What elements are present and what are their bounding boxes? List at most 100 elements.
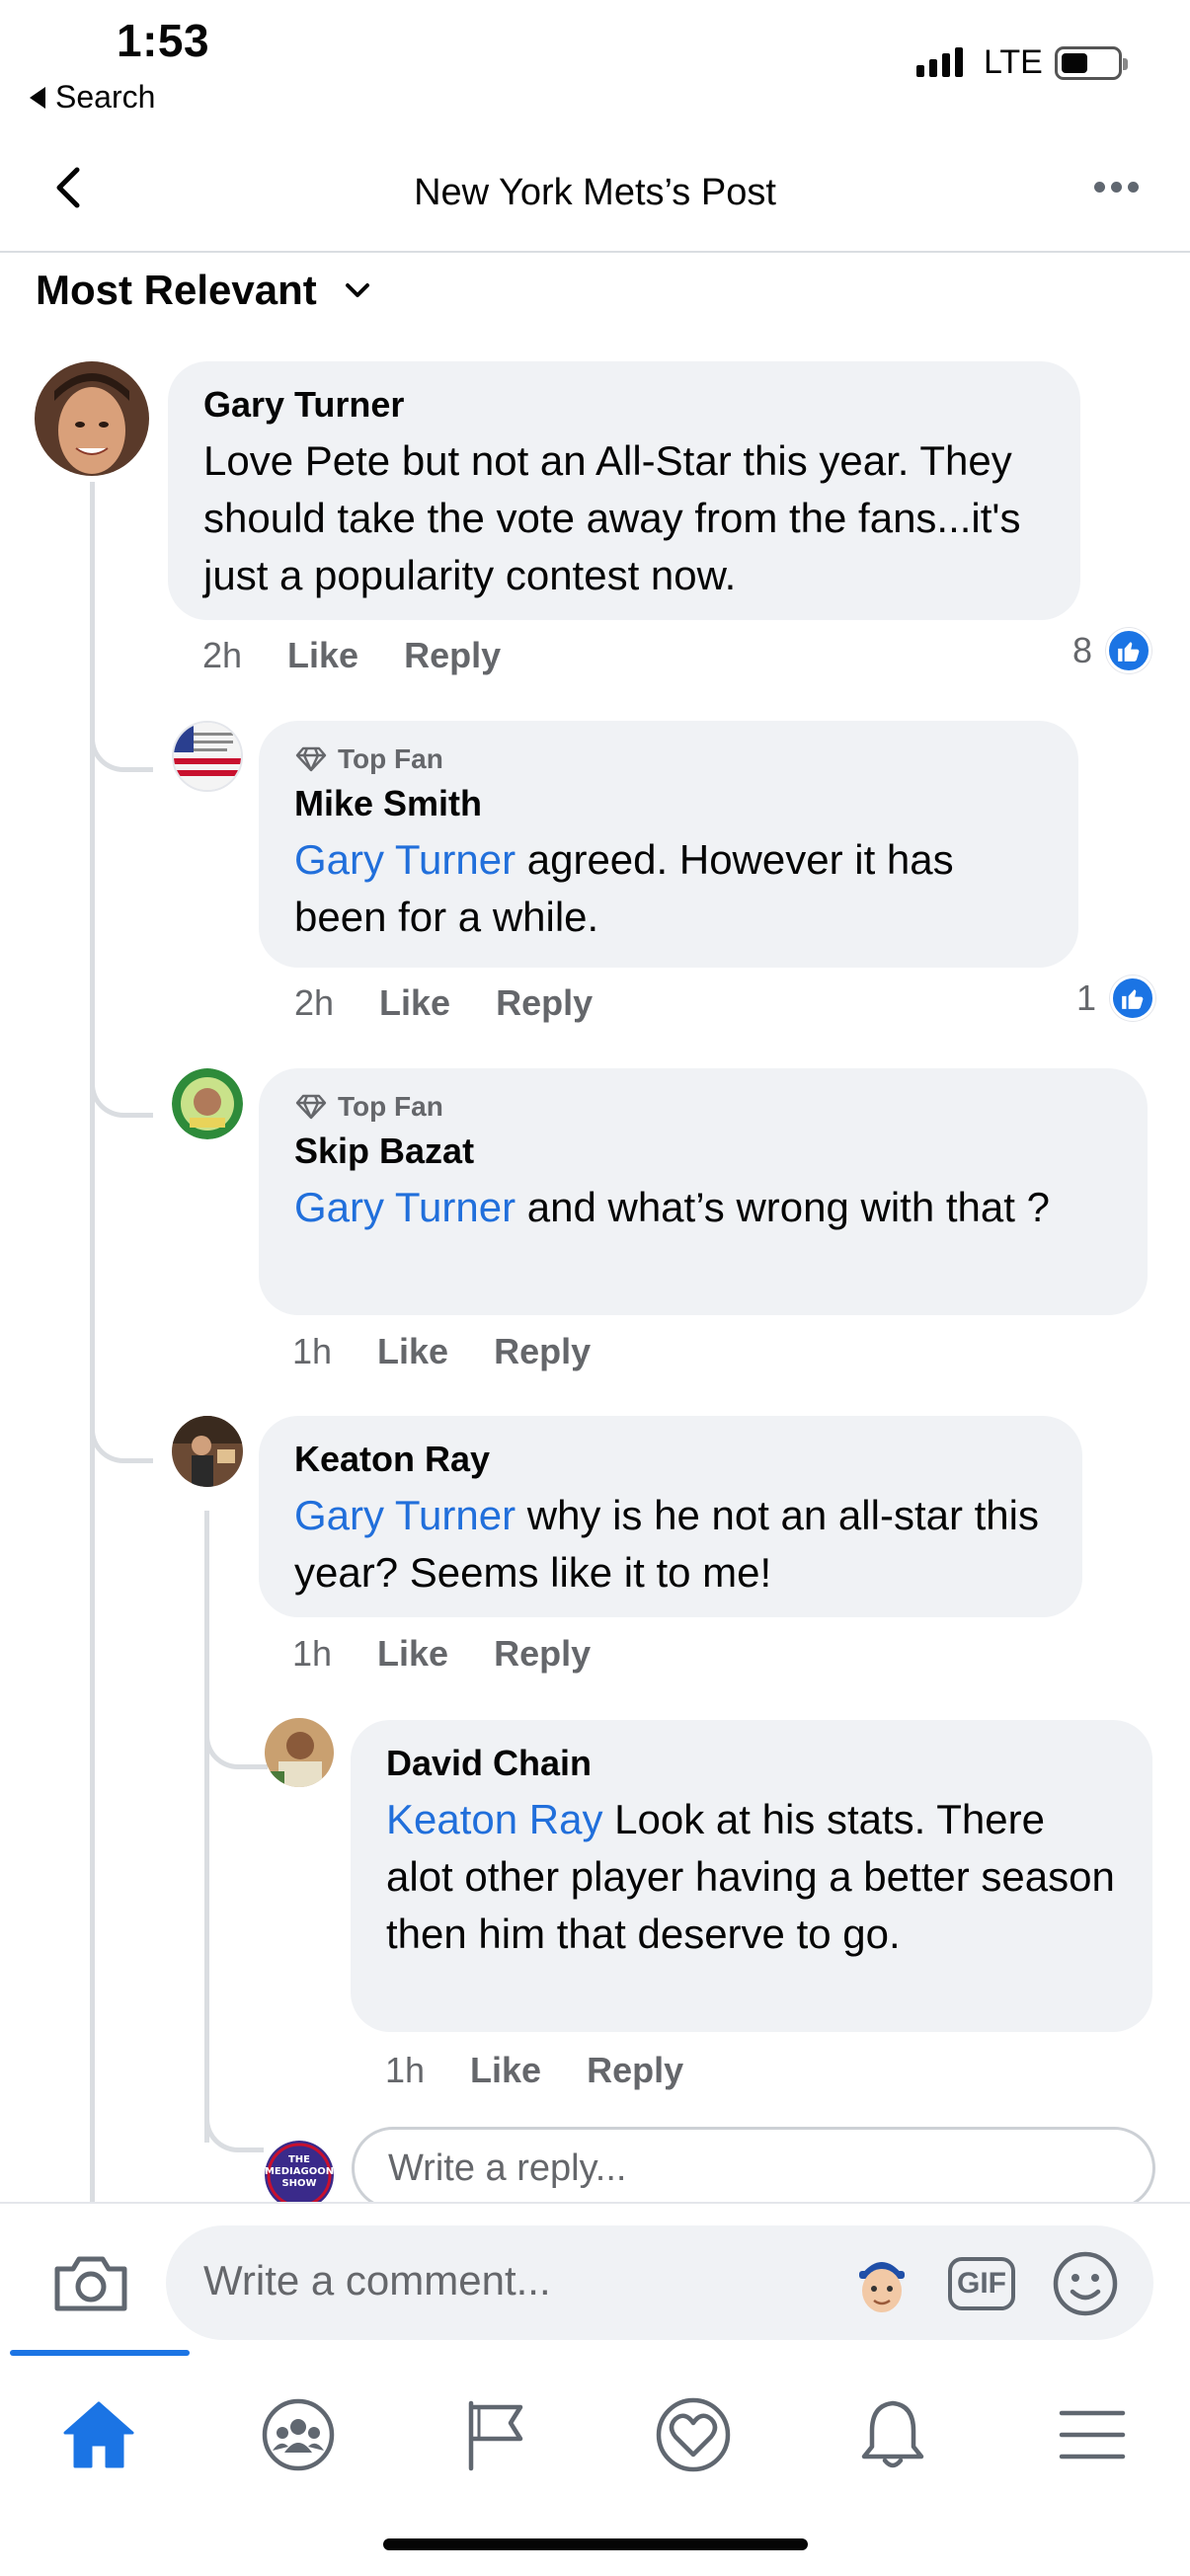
sort-dropdown[interactable]: Most Relevant xyxy=(36,267,372,314)
comment-text: Gary Turner agreed. However it has been … xyxy=(294,831,1043,946)
comment-body: and what’s wrong with that ? xyxy=(516,1184,1050,1230)
back-to-app-link[interactable]: Search xyxy=(30,79,155,116)
top-fan-badge: Top Fan xyxy=(294,742,1043,776)
groups-icon xyxy=(262,2398,335,2471)
emoji-button[interactable] xyxy=(1051,2249,1120,2323)
camera-icon xyxy=(54,2256,127,2311)
reply-button[interactable]: Reply xyxy=(496,982,593,1024)
like-button[interactable]: Like xyxy=(470,2050,541,2091)
reply-button[interactable]: Reply xyxy=(494,1331,591,1372)
gif-button[interactable]: GIF xyxy=(948,2257,1015,2310)
sort-label: Most Relevant xyxy=(36,267,317,313)
comment-text: Keaton Ray Look at his stats. There alot… xyxy=(386,1791,1117,1963)
tab-pages[interactable] xyxy=(446,2385,545,2484)
back-app-label: Search xyxy=(55,79,156,115)
comment-author[interactable]: Skip Bazat xyxy=(294,1130,1112,1173)
comment-bubble[interactable]: Keaton Ray Gary Turner why is he not an … xyxy=(259,1416,1082,1617)
reaction-count-label: 1 xyxy=(1076,977,1097,1018)
diamond-icon xyxy=(295,746,327,772)
back-triangle-icon xyxy=(30,86,45,109)
notifications-bell-icon xyxy=(861,2400,924,2468)
reaction-count[interactable]: 8 xyxy=(1072,628,1152,673)
tab-notifications[interactable] xyxy=(843,2385,942,2484)
comment-actions: 2h Like Reply xyxy=(202,635,501,676)
network-label: LTE xyxy=(984,43,1043,81)
reaction-count-label: 8 xyxy=(1072,630,1093,670)
signal-icon xyxy=(916,47,963,77)
thumbs-up-icon xyxy=(1110,976,1156,1021)
avatar-sticker-icon xyxy=(859,2262,905,2312)
reply-button[interactable]: Reply xyxy=(494,1633,591,1675)
tab-menu[interactable] xyxy=(1043,2385,1142,2484)
tab-dating[interactable] xyxy=(644,2385,743,2484)
comment-bubble[interactable]: Top Fan Skip Bazat Gary Turner and what’… xyxy=(259,1068,1148,1315)
top-fan-badge: Top Fan xyxy=(294,1090,1112,1124)
comment-time: 1h xyxy=(292,1331,333,1371)
thread-connector xyxy=(204,1708,268,1769)
thread-line xyxy=(204,1511,209,2143)
status-bar: 1:53 Search LTE xyxy=(0,0,1190,138)
status-time: 1:53 xyxy=(117,15,210,66)
thread-connector xyxy=(204,2103,264,2152)
smiley-icon xyxy=(1053,2251,1118,2316)
comment-time: 2h xyxy=(294,982,335,1023)
comment-author[interactable]: Mike Smith xyxy=(294,782,1043,825)
camera-button[interactable] xyxy=(51,2253,130,2319)
pages-flag-icon xyxy=(468,2400,523,2471)
comment-bubble[interactable]: Top Fan Mike Smith Gary Turner agreed. H… xyxy=(259,721,1078,968)
menu-icon xyxy=(1059,2410,1126,2459)
comment-text: Gary Turner why is he not an all-star th… xyxy=(294,1487,1047,1601)
mention-link[interactable]: Gary Turner xyxy=(294,836,516,883)
diamond-icon xyxy=(295,1094,327,1120)
mention-link[interactable]: Keaton Ray xyxy=(386,1796,602,1842)
thread-connector xyxy=(90,1056,153,1118)
badge-label: Top Fan xyxy=(338,743,443,774)
comment-actions: 2h Like Reply xyxy=(294,982,593,1024)
comment-author[interactable]: David Chain xyxy=(386,1742,1117,1785)
thumbs-up-icon xyxy=(1106,628,1152,673)
comment-actions: 1h Like Reply xyxy=(292,1331,591,1372)
more-options-button[interactable] xyxy=(1094,182,1139,193)
like-button[interactable]: Like xyxy=(379,982,450,1024)
comment-input[interactable]: Write a comment... GIF xyxy=(166,2225,1153,2340)
reply-input[interactable]: Write a reply... xyxy=(352,2127,1155,2210)
avatar-sticker-button[interactable] xyxy=(849,2249,914,2323)
like-button[interactable]: Like xyxy=(377,1633,448,1675)
comment-time: 2h xyxy=(202,635,243,675)
tab-home[interactable] xyxy=(49,2385,148,2484)
avatar[interactable] xyxy=(172,1068,243,1139)
thread-connector xyxy=(90,1402,153,1463)
dating-heart-icon xyxy=(656,2397,731,2472)
active-tab-indicator xyxy=(10,2350,190,2356)
comment-bubble[interactable]: Gary Turner Love Pete but not an All-Sta… xyxy=(168,361,1080,620)
home-icon xyxy=(63,2401,134,2468)
avatar[interactable] xyxy=(35,361,149,476)
comment-author[interactable]: Gary Turner xyxy=(203,383,1045,427)
comment-actions: 1h Like Reply xyxy=(385,2050,683,2091)
battery-icon xyxy=(1055,46,1128,80)
home-indicator xyxy=(383,2538,808,2550)
reply-button[interactable]: Reply xyxy=(404,635,501,676)
avatar[interactable] xyxy=(265,1718,334,1787)
mention-link[interactable]: Gary Turner xyxy=(294,1492,516,1538)
reply-button[interactable]: Reply xyxy=(587,2050,683,2091)
like-button[interactable]: Like xyxy=(287,635,358,676)
comment-time: 1h xyxy=(292,1633,333,1674)
chevron-down-icon xyxy=(345,283,369,297)
post-header: New York Mets’s Post xyxy=(0,138,1190,253)
comment-bubble[interactable]: David Chain Keaton Ray Look at his stats… xyxy=(351,1720,1152,2032)
avatar[interactable] xyxy=(172,1416,243,1487)
mention-link[interactable]: Gary Turner xyxy=(294,1184,516,1230)
comment-actions: 1h Like Reply xyxy=(292,1633,591,1675)
thread-connector xyxy=(90,711,153,772)
reaction-count[interactable]: 1 xyxy=(1076,976,1156,1021)
like-button[interactable]: Like xyxy=(377,1331,448,1372)
tab-groups[interactable] xyxy=(249,2385,348,2484)
avatar[interactable] xyxy=(172,721,243,792)
comment-time: 1h xyxy=(385,2050,426,2090)
comment-placeholder: Write a comment... xyxy=(203,2257,551,2303)
badge-label: Top Fan xyxy=(338,1091,443,1122)
comment-text: Love Pete but not an All-Star this year.… xyxy=(203,437,1021,598)
comment-author[interactable]: Keaton Ray xyxy=(294,1438,1047,1481)
comment-composer: Write a comment... GIF xyxy=(0,2202,1190,2350)
